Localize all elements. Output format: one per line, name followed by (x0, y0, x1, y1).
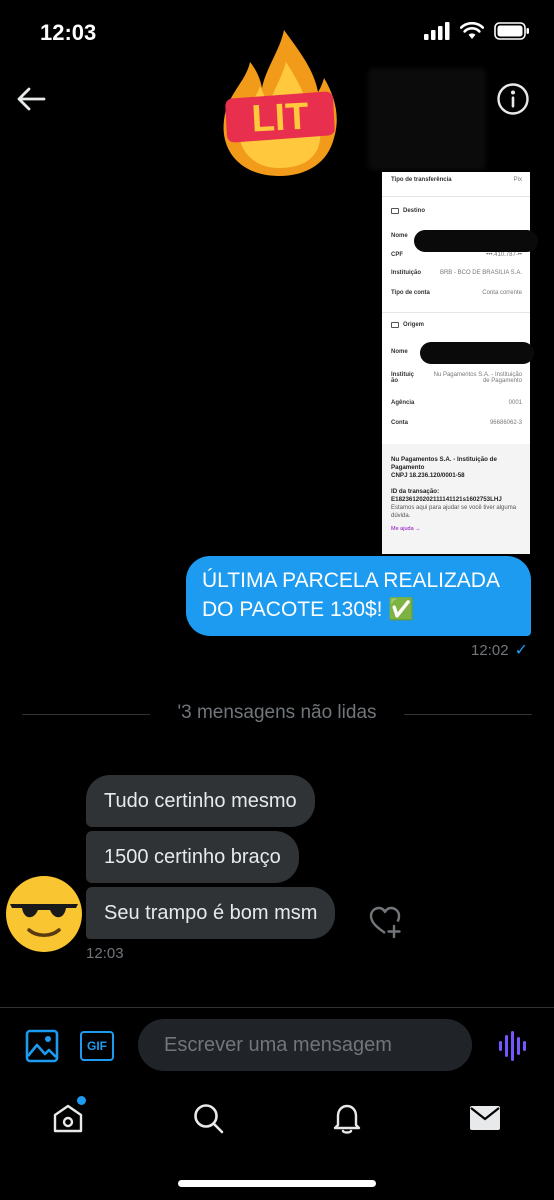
envelope-icon (470, 1106, 500, 1130)
nav-notifications[interactable] (327, 1098, 367, 1138)
outgoing-message-time: 12:02 ✓ (471, 641, 528, 660)
home-icon (53, 1104, 83, 1133)
incoming-message-bubble[interactable]: Seu trampo é bom msm (86, 887, 336, 939)
nav-search[interactable] (188, 1098, 228, 1138)
sender-avatar[interactable] (4, 874, 84, 954)
info-icon (497, 83, 529, 115)
bank-icon (391, 208, 399, 214)
image-icon (25, 1029, 59, 1063)
lit-fire-sticker: LIT (223, 30, 337, 176)
footer-company: Nu Pagamentos S.A. - Instituição de Paga… (391, 456, 497, 471)
contact-name-blurred[interactable] (368, 68, 486, 170)
origin-name-label: Nome (391, 349, 408, 355)
redacted-name-origin (420, 342, 534, 364)
unread-divider-text: '3 mensagens não lidas (177, 702, 377, 723)
bell-icon (333, 1104, 361, 1134)
dest-institution-value: BRB - BCO DE BRASILIA S.A. (439, 270, 522, 276)
unread-divider: '3 mensagens não lidas (22, 700, 532, 728)
status-time: 12:03 (40, 20, 97, 45)
sticker-text: LIT (251, 96, 310, 141)
account-type-value: Conta corrente (482, 290, 522, 296)
message-input[interactable] (138, 1019, 472, 1071)
origin-institution-value: Nu Pagamentos S.A. - Instituição de Paga… (433, 372, 522, 384)
signal-icon (424, 22, 450, 40)
dest-name-label: Nome (391, 233, 408, 239)
agency-value: 0001 (508, 400, 522, 406)
react-heart-button[interactable] (368, 904, 404, 940)
bank-icon (391, 322, 399, 328)
add-image-button[interactable] (24, 1028, 60, 1064)
status-icons (424, 22, 530, 40)
agency-label: Agência (391, 400, 415, 406)
redacted-name-dest (414, 230, 538, 252)
help-link[interactable]: Me ajuda → (391, 526, 521, 532)
account-type-label: Tipo de conta (391, 290, 430, 296)
nav-messages[interactable] (465, 1098, 505, 1138)
origin-institution-label: Instituiç ão (391, 372, 415, 384)
arrow-left-icon (17, 87, 46, 111)
notification-dot (77, 1096, 86, 1105)
origin-section: Origem (391, 322, 424, 328)
search-icon (194, 1104, 224, 1134)
transaction-id-label: ID da transação: (391, 488, 440, 495)
transfer-type-label: Tipo de transferência (391, 177, 452, 183)
info-button[interactable] (496, 82, 530, 116)
wifi-icon (460, 22, 484, 39)
outgoing-message-bubble[interactable]: ÚLTIMA PARCELA REALIZADA DO PACOTE 130$!… (186, 556, 531, 636)
transfer-type-value: Pix (513, 177, 522, 183)
battery-icon (494, 22, 529, 40)
home-indicator (178, 1180, 376, 1187)
conversation-header: LIT (0, 30, 554, 176)
cpf-value: •••.410.787-•• (486, 252, 522, 258)
dest-institution-label: Instituição (391, 270, 422, 276)
incoming-message-bubble[interactable]: 1500 certinho braço (86, 831, 299, 883)
bottom-nav (0, 1090, 554, 1150)
voice-message-button[interactable] (496, 1030, 530, 1062)
account-value: 96686062-3 (489, 420, 522, 426)
receipt-footer: Nu Pagamentos S.A. - Instituição de Paga… (382, 444, 530, 554)
composer-divider (0, 1007, 554, 1008)
account-label: Conta (391, 420, 408, 426)
incoming-message-time: 12:03 (86, 945, 124, 962)
transaction-id: E18236120202111141121s1602753LHJ (391, 496, 502, 503)
heart-plus-icon (369, 906, 401, 939)
back-button[interactable] (14, 82, 48, 116)
gif-button[interactable]: GIF (80, 1031, 114, 1061)
voice-waveform-icon (499, 1031, 526, 1061)
help-text: Estamos aqui para ajudar se você tiver a… (391, 505, 517, 519)
destination-section: Destino (391, 208, 425, 214)
incoming-message-bubble[interactable]: Tudo certinho mesmo (86, 775, 315, 827)
cpf-label: CPF (391, 252, 403, 258)
read-check-icon: ✓ (514, 642, 528, 659)
footer-cnpj: CNPJ 18.236.120/0001-58 (391, 472, 465, 479)
nav-home[interactable] (48, 1096, 88, 1138)
